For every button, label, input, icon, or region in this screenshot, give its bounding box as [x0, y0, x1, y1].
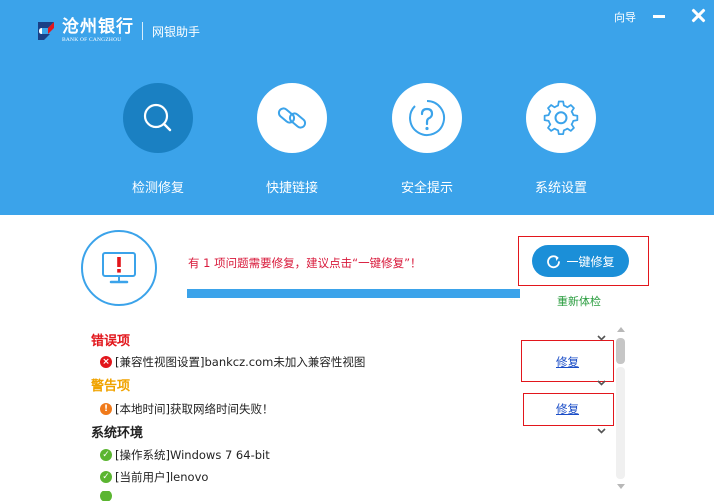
gear-icon [543, 100, 579, 135]
fix-local-time-link[interactable]: 修复 [556, 401, 579, 417]
close-button[interactable] [690, 7, 706, 23]
list-item: ✓ [操作系统]Windows 7 64-bit [100, 447, 270, 463]
link-icon [277, 107, 307, 129]
environment-section-title: 系统环境 [91, 426, 144, 441]
warning-icon: ! [100, 403, 112, 415]
results-scrollbar[interactable] [615, 327, 627, 493]
warning-section-title: 警告项 [91, 379, 131, 394]
nav-label: 系统设置 [534, 181, 587, 196]
list-item: ! [本地时间]获取网络时间失败！ [100, 401, 273, 417]
chevron-down-icon[interactable] [597, 378, 606, 387]
minimize-button[interactable] [653, 15, 665, 18]
error-icon: × [100, 356, 112, 368]
list-item: × [兼容性视图设置]bankcz.com未加入兼容性视图 [100, 354, 365, 370]
error-section-title: 错误项 [91, 334, 131, 349]
recheck-link[interactable]: 重新体检 [557, 293, 601, 309]
logo-divider [142, 22, 143, 40]
nav-detect-repair[interactable]: 检测修复 [103, 83, 213, 196]
list-item: ✓ [当前用户]lenovo [100, 469, 208, 485]
search-icon [143, 103, 172, 132]
bank-logo: 沧州银行 BANK OF CANGZHOU 网银助手 [34, 18, 200, 44]
chevron-down-icon[interactable] [597, 426, 606, 435]
check-icon: ✓ [100, 471, 112, 483]
nav-label: 快捷链接 [265, 181, 318, 196]
header-bar: 沧州银行 BANK OF CANGZHOU 网银助手 向导 检测修复 快捷链接 [0, 0, 714, 215]
bank-logo-icon [34, 19, 58, 43]
nav-label: 检测修复 [131, 181, 184, 196]
status-message: 有 1 项问题需要修复，建议点击“一键修复”！ [188, 256, 422, 270]
product-name: 网银助手 [152, 24, 201, 39]
nav-label: 安全提示 [400, 181, 453, 196]
scroll-thumb[interactable] [616, 338, 625, 364]
list-item-partial [100, 491, 115, 501]
nav-security-tips[interactable]: 安全提示 [372, 83, 482, 196]
chevron-down-icon[interactable] [597, 333, 606, 342]
monitor-status-icon [81, 230, 157, 306]
item-text: [当前用户]lenovo [115, 470, 209, 484]
check-icon: ✓ [100, 449, 112, 461]
refresh-icon [547, 254, 561, 268]
bank-name: 沧州银行 [62, 17, 134, 37]
fix-all-label: 一键修复 [566, 254, 615, 269]
item-text: [兼容性视图设置]bankcz.com未加入兼容性视图 [115, 355, 366, 369]
scroll-rail [616, 367, 625, 479]
check-icon [100, 491, 112, 501]
guide-button[interactable]: 向导 [614, 9, 636, 25]
fix-all-button[interactable]: 一键修复 [532, 245, 629, 277]
scan-progress-bar [187, 289, 520, 298]
scroll-down-arrow[interactable] [617, 484, 625, 489]
nav-system-settings[interactable]: 系统设置 [506, 83, 616, 196]
monitor-alert-icon [102, 252, 136, 284]
scroll-up-arrow[interactable] [617, 327, 625, 332]
bank-name-en: BANK OF CANGZHOU [62, 37, 122, 43]
question-icon [409, 100, 446, 136]
item-text: [本地时间]获取网络时间失败！ [115, 402, 274, 416]
fix-compat-view-link[interactable]: 修复 [556, 354, 579, 370]
nav-quick-links[interactable]: 快捷链接 [237, 83, 347, 196]
item-text: [操作系统]Windows 7 64-bit [115, 448, 270, 462]
